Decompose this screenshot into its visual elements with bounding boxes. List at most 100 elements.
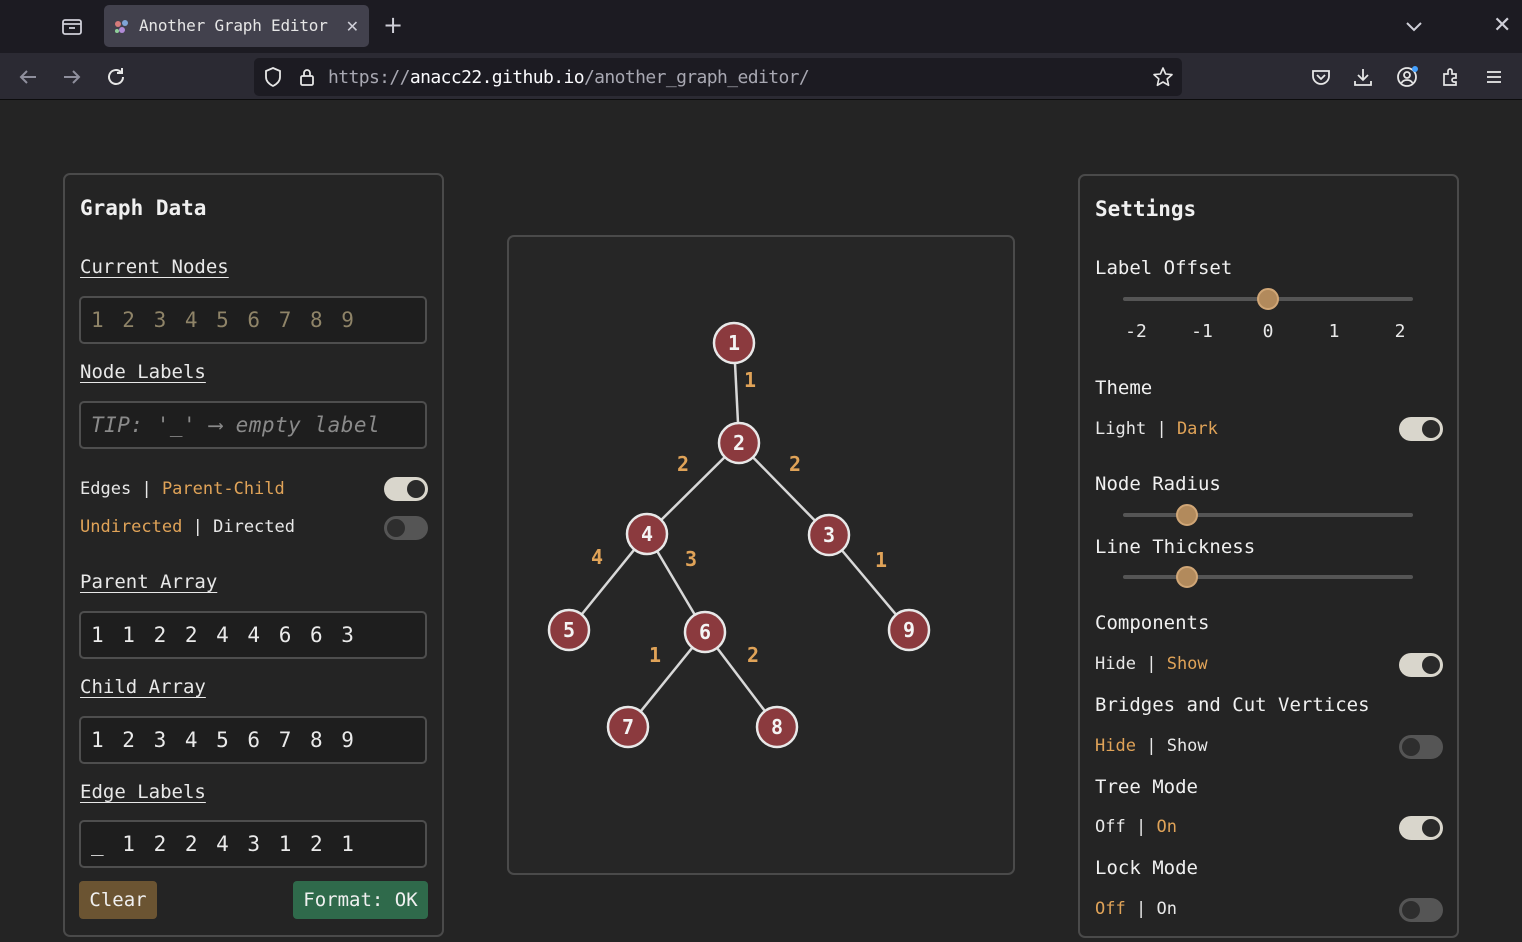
settings-panel: Settings Label Offset -2 -1 0 1 2 Theme Ligh… xyxy=(1078,174,1459,938)
format-status-button[interactable]: Format: OK xyxy=(293,881,428,919)
forward-arrow-icon[interactable] xyxy=(60,65,84,89)
reload-icon[interactable] xyxy=(104,65,128,89)
graph-node-8[interactable]: 8 xyxy=(755,705,799,749)
extensions-icon[interactable] xyxy=(1439,65,1463,89)
browser-tab-active[interactable]: Another Graph Editor ✕ xyxy=(104,5,369,47)
child-array-input[interactable] xyxy=(81,718,425,762)
tree-mode-switch[interactable] xyxy=(1399,816,1443,840)
node-label: 5 xyxy=(563,618,575,642)
directed-option: Directed xyxy=(213,517,295,537)
direction-switch[interactable] xyxy=(384,516,428,540)
graph-data-panel: Graph Data Current Nodes Node Labels Edg… xyxy=(63,173,444,937)
panel-title: Settings xyxy=(1095,197,1197,221)
switch-knob xyxy=(1402,738,1420,756)
line-thickness-slider-thumb[interactable] xyxy=(1175,566,1198,588)
theme-toggle-label: Light | Dark xyxy=(1095,419,1218,439)
edges-option: Edges xyxy=(80,479,132,499)
current-nodes-link[interactable]: Current Nodes xyxy=(80,256,229,278)
graph-node-3[interactable]: 3 xyxy=(807,513,851,557)
graph-svg[interactable]: 1 2 2 4 3 1 2 1 1 2 3 4 5 6 7 8 9 xyxy=(509,237,1013,873)
window-close-icon[interactable]: ✕ xyxy=(1493,13,1511,38)
parent-array-field-box xyxy=(79,611,427,659)
chevron-down-icon[interactable] xyxy=(1403,15,1425,37)
account-icon[interactable] xyxy=(1395,65,1419,89)
new-tab-icon[interactable]: + xyxy=(383,12,403,38)
on-option: On xyxy=(1156,899,1177,919)
node-labels-field-box xyxy=(79,401,427,449)
hide-option: Hide xyxy=(1095,654,1136,674)
tab-list-icon[interactable] xyxy=(58,14,86,40)
favicon-icon xyxy=(114,19,130,35)
label-offset-tick: -1 xyxy=(1191,321,1213,342)
label-offset-slider-thumb[interactable] xyxy=(1257,288,1279,310)
node-labels-input[interactable] xyxy=(81,403,425,447)
on-option: On xyxy=(1156,817,1177,837)
bookmark-star-icon[interactable] xyxy=(1152,66,1174,92)
panel-title: Graph Data xyxy=(80,196,207,220)
node-radius-slider-thumb[interactable] xyxy=(1175,504,1198,526)
tab-close-icon[interactable]: ✕ xyxy=(346,17,359,36)
current-nodes-input[interactable] xyxy=(81,298,425,342)
graph-canvas[interactable]: 1 2 2 4 3 1 2 1 1 2 3 4 5 6 7 8 9 xyxy=(507,235,1015,875)
browser-tab-bar: Another Graph Editor ✕ + ✕ xyxy=(0,0,1522,53)
child-array-link[interactable]: Child Array xyxy=(80,676,206,698)
node-radius-slider[interactable] xyxy=(1123,513,1413,517)
switch-knob xyxy=(387,519,405,537)
separator: | xyxy=(141,479,152,499)
off-option: Off xyxy=(1095,817,1126,837)
tab-title: Another Graph Editor xyxy=(139,16,328,35)
tree-mode-toggle-label: Off | On xyxy=(1095,817,1177,837)
shield-icon[interactable] xyxy=(262,66,284,92)
node-labels-link[interactable]: Node Labels xyxy=(80,361,206,383)
graph-node-6[interactable]: 6 xyxy=(683,610,727,654)
pocket-icon[interactable] xyxy=(1309,65,1333,89)
switch-knob xyxy=(1422,819,1440,837)
edge-labels-field-box xyxy=(79,820,427,868)
line-thickness-slider[interactable] xyxy=(1123,575,1413,579)
lock-mode-switch[interactable] xyxy=(1399,898,1443,922)
edge-labels-link[interactable]: Edge Labels xyxy=(80,781,206,803)
graph-node-2[interactable]: 2 xyxy=(717,421,761,465)
label-offset-tick: -2 xyxy=(1125,321,1147,342)
parent-child-option: Parent-Child xyxy=(161,479,285,499)
node-radius-label: Node Radius xyxy=(1095,473,1221,495)
switch-knob xyxy=(1422,656,1440,674)
graph-node-9[interactable]: 9 xyxy=(887,608,931,652)
menu-hamburger-icon[interactable] xyxy=(1482,65,1506,89)
graph-node-4[interactable]: 4 xyxy=(625,512,669,556)
components-label: Components xyxy=(1095,612,1210,634)
parent-array-link[interactable]: Parent Array xyxy=(80,571,217,593)
separator: | xyxy=(1146,654,1157,674)
node-label: 4 xyxy=(641,522,653,546)
graph-node-5[interactable]: 5 xyxy=(547,608,591,652)
url-text[interactable]: https://anacc22.github.io/another_graph_… xyxy=(328,67,810,88)
node-label: 3 xyxy=(823,523,835,547)
show-option: Show xyxy=(1166,736,1208,756)
graph-node-7[interactable]: 7 xyxy=(606,705,650,749)
parent-array-input[interactable] xyxy=(81,613,425,657)
show-option: Show xyxy=(1166,654,1208,674)
download-icon[interactable] xyxy=(1351,65,1375,89)
back-arrow-icon[interactable] xyxy=(16,65,40,89)
lock-icon[interactable] xyxy=(296,66,318,92)
edges-mode-switch[interactable] xyxy=(384,477,428,501)
lock-mode-label: Lock Mode xyxy=(1095,857,1198,879)
url-bar[interactable]: https://anacc22.github.io/another_graph_… xyxy=(254,58,1182,96)
theme-switch[interactable] xyxy=(1399,417,1443,441)
edge-label: 2 xyxy=(789,452,801,476)
bridges-switch[interactable] xyxy=(1399,735,1443,759)
line-thickness-label: Line Thickness xyxy=(1095,536,1256,558)
edge-label: 2 xyxy=(747,643,759,667)
graph-node-1[interactable]: 1 xyxy=(712,321,756,365)
bridges-toggle-label: Hide | Show xyxy=(1095,736,1208,756)
switch-knob xyxy=(407,480,425,498)
components-switch[interactable] xyxy=(1399,653,1443,677)
node-label: 7 xyxy=(622,715,634,739)
edge-labels-input[interactable] xyxy=(81,822,425,866)
bridges-label: Bridges and Cut Vertices xyxy=(1095,694,1370,716)
label-offset-label: Label Offset xyxy=(1095,257,1233,279)
dark-option: Dark xyxy=(1176,419,1218,439)
lock-mode-toggle-label: Off | On xyxy=(1095,899,1177,919)
off-option: Off xyxy=(1095,899,1126,919)
clear-button[interactable]: Clear xyxy=(79,881,157,919)
